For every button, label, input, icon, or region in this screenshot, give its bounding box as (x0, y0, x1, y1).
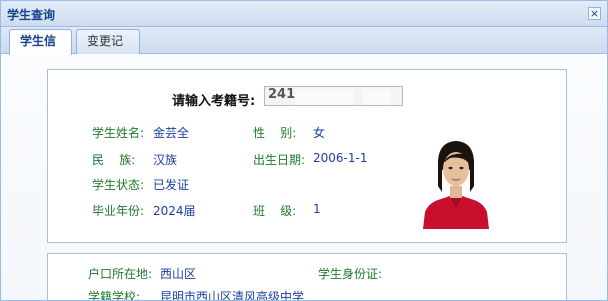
window-title: 学生查询 (7, 8, 56, 22)
residence-info-panel: 户口所在地: 西山区 学生身份证: 学籍学校: 昆明市西山区清风高级中学 (47, 253, 567, 301)
gender-label: 性 别: (253, 126, 297, 140)
school-value: 昆明市西山区清风高级中学 (160, 290, 305, 301)
student-photo (419, 136, 493, 229)
name-value: 金芸全 (153, 126, 190, 140)
birth-date-label: 出生日期: (253, 153, 306, 167)
gender-value: 女 (313, 126, 326, 140)
tab-content: 请输入考籍号: 241 学生姓名: 金芸全 性 别: 女 民 族: 汉族 出生日… (1, 55, 607, 301)
exam-number-value: 241 (268, 87, 296, 102)
name-label: 学生姓名: (92, 126, 145, 140)
ethnicity-value: 汉族 (153, 153, 178, 167)
status-label: 学生状态: (92, 178, 145, 192)
redaction-mask (295, 89, 353, 105)
ethnicity-label: 民 族: (92, 153, 136, 167)
exam-number-input[interactable]: 241 (264, 86, 403, 106)
redaction-mask (363, 89, 391, 105)
window-titlebar: 学生查询 × (1, 1, 607, 27)
status-value: 已发证 (153, 178, 190, 192)
student-info-panel: 请输入考籍号: 241 学生姓名: 金芸全 性 别: 女 民 族: 汉族 出生日… (47, 69, 567, 243)
tab-strip: 学生信息 变更记录 (1, 27, 607, 71)
graduation-year-value: 2024届 (153, 204, 196, 218)
tab-change-records[interactable]: 变更记录 (76, 29, 140, 71)
birth-date-value: 2006-1-1 (313, 151, 368, 165)
graduation-year-label: 毕业年份: (92, 204, 145, 218)
hukou-label: 户口所在地: (88, 267, 153, 281)
class-label: 班 级: (253, 204, 297, 218)
search-label: 请输入考籍号: (172, 94, 256, 109)
tab-student-info[interactable]: 学生信息 (9, 29, 72, 71)
class-value: 1 (313, 202, 321, 216)
close-icon[interactable]: × (588, 7, 601, 20)
student-query-window: 学生查询 × 学生信息 变更记录 请输入考籍号: 241 学生姓名: 金芸全 性… (0, 0, 608, 301)
hukou-value: 西山区 (160, 267, 197, 281)
id-card-label: 学生身份证: (318, 267, 383, 281)
school-label: 学籍学校: (88, 290, 141, 301)
